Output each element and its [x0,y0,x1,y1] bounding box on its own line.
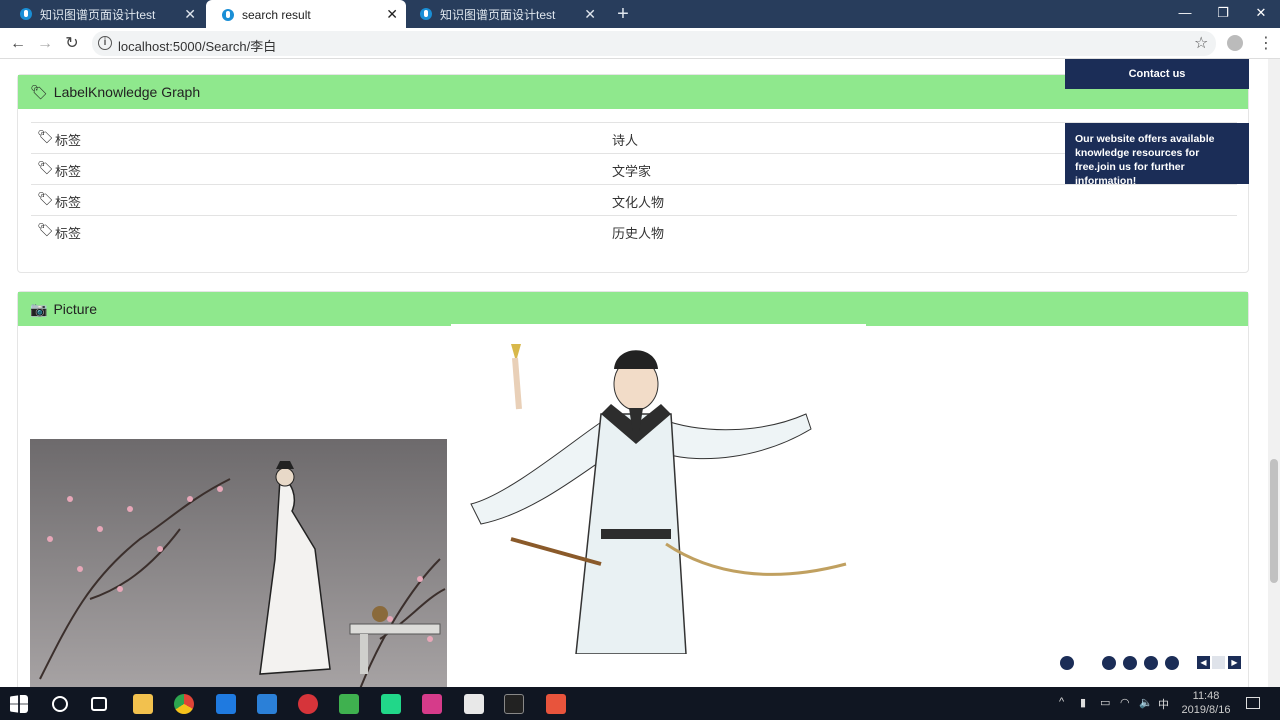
label-panel-header: 🏷 Label Knowledge Graph [18,75,1248,109]
tag-icon: 🏷 [37,129,54,144]
label-table: 🏷 标签 诗人 🏷 标签 文学家 🏷 标签 文化人物 🏷 标签 历史人物 [31,122,1237,246]
new-tab-icon[interactable]: + [612,3,634,25]
tab-favicon-icon [222,8,234,21]
wifi-icon[interactable]: ◠ [1120,696,1130,709]
forward-icon[interactable]: → [34,33,56,55]
carousel-dot[interactable] [1144,656,1158,670]
picture-panel: 📷 Picture [17,291,1249,687]
row-key: 标签 [55,133,82,148]
window-close-icon[interactable]: ✕ [1242,0,1280,28]
tab-favicon-icon [20,8,32,20]
app-star-icon[interactable] [216,694,236,714]
netease-music-icon[interactable] [298,694,318,714]
poet-painting-image[interactable] [30,439,447,687]
promo-box: Our website offers available knowledge r… [1065,123,1249,187]
chrome-icon[interactable] [174,694,194,714]
task-view-icon[interactable] [91,697,107,711]
tab-close-icon[interactable]: ✕ [386,6,398,22]
app-red-icon[interactable] [546,694,566,714]
row-key: 标签 [55,164,82,179]
table-row: 🏷 标签 文学家 [31,153,1237,184]
intellij-icon[interactable] [422,694,442,714]
clock-date: 2019/8/16 [1181,704,1231,716]
ime-indicator[interactable]: 中 [1158,696,1169,712]
power-icon[interactable]: ▭ [1100,696,1110,709]
scrollbar-thumb[interactable] [1270,459,1278,583]
tab-favicon-icon [420,8,432,20]
battery-icon[interactable]: ▮ [1080,696,1086,709]
contact-us-button[interactable]: Contact us [1065,59,1249,89]
row-value: 历史人物 [612,226,665,241]
camera-icon: 📷 [30,300,48,317]
clock-time: 11:48 [1192,690,1220,702]
carousel-next-icon[interactable]: ▶ [1228,656,1241,669]
row-key: 标签 [55,226,82,241]
tab-strip: 知识图谱页面设计test ✕ search result ✕ 知识图谱页面设计t… [0,0,1280,29]
carousel-scroll-icon[interactable] [1212,656,1225,669]
row-key: 标签 [55,195,82,210]
tab-label: 知识图谱页面设计test [40,7,156,22]
back-icon[interactable]: ← [7,33,29,55]
account-avatar[interactable] [1227,35,1243,51]
page-content: 🏷 Label Knowledge Graph 🏷 标签 诗人 🏷 标签 文学家… [0,59,1268,687]
address-url: localhost:5000/Search/李白 [118,39,277,54]
reload-icon[interactable]: ↻ [61,33,83,55]
tab-close-icon[interactable]: ✕ [584,6,596,22]
tab-knowledge-1[interactable]: 知识图谱页面设计test ✕ [4,0,204,28]
site-info-icon[interactable]: i [98,36,112,50]
pycharm-icon[interactable] [381,694,401,714]
page-scrollbar[interactable] [1268,59,1280,687]
table-row: 🏷 标签 历史人物 [31,215,1237,246]
tab-label: search result [242,7,311,22]
tags-icon: 🏷 [30,83,48,100]
tab-search-result[interactable]: search result ✕ [206,0,406,29]
tab-label: 知识图谱页面设计test [440,7,556,22]
table-row: 🏷 标签 诗人 [31,122,1237,153]
wechat-icon[interactable] [339,694,359,714]
tag-icon: 🏷 [37,222,54,237]
notepad-icon[interactable] [464,694,484,714]
picture-panel-title: Picture [53,301,98,317]
browser-toolbar: ← → ↻ i localhost:5000/Search/李白 [0,28,1280,59]
browser-menu-icon[interactable]: ⋮ [1258,33,1274,53]
windows-taskbar: ^ ▮ ▭ ◠ 🔈 中 11:48 2019/8/16 [0,687,1280,720]
address-bar[interactable]: i localhost:5000/Search/李白 [92,31,1216,56]
volume-icon[interactable]: 🔈 [1139,696,1153,709]
notifications-icon[interactable] [1246,697,1260,709]
carousel-dot[interactable] [1102,656,1116,670]
file-explorer-icon[interactable] [133,694,153,714]
poet-illustration-image[interactable] [451,324,866,654]
maximize-icon[interactable]: ❐ [1204,0,1242,28]
carousel-dot[interactable] [1060,656,1074,670]
row-value: 诗人 [612,133,639,148]
vscode-icon[interactable] [257,694,277,714]
taskbar-clock[interactable]: 11:48 2019/8/16 [1180,689,1232,717]
table-row: 🏷 标签 文化人物 [31,184,1237,215]
bookmark-star-icon[interactable]: ☆ [1194,33,1208,53]
tag-icon: 🏷 [37,160,54,175]
tab-knowledge-2[interactable]: 知识图谱页面设计test ✕ [404,0,604,28]
label-panel-title: Knowledge Graph [88,84,201,100]
terminal-icon[interactable] [504,694,524,714]
row-value: 文学家 [612,164,652,179]
carousel-prev-icon[interactable]: ◀ [1197,656,1210,669]
picture-panel-header: 📷 Picture [18,292,1248,326]
cortana-icon[interactable] [52,696,68,712]
label-panel-prefix: Label [53,84,89,100]
minimize-icon[interactable]: — [1166,0,1204,28]
row-value: 文化人物 [612,195,665,210]
tag-icon: 🏷 [37,191,54,206]
tab-close-icon[interactable]: ✕ [184,6,196,22]
carousel-dot[interactable] [1123,656,1137,670]
carousel-dot[interactable] [1165,656,1179,670]
tray-expand-icon[interactable]: ^ [1059,696,1064,708]
start-icon[interactable] [10,695,28,713]
